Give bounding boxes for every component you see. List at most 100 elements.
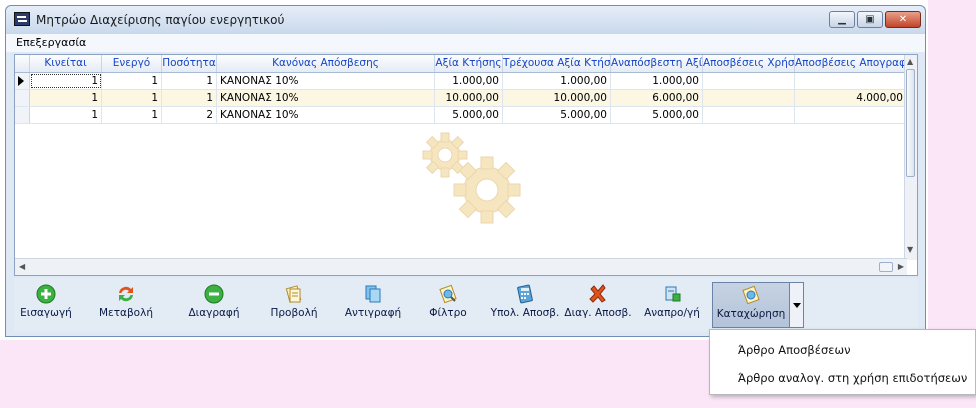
- cell-moving[interactable]: 1: [30, 73, 102, 89]
- app-icon: [14, 12, 30, 26]
- horizontal-scrollbar[interactable]: ◀ ▶: [15, 258, 907, 275]
- cell-undepreciated-value[interactable]: 6.000,00: [611, 90, 703, 106]
- view-button[interactable]: Προβολή: [264, 282, 324, 328]
- cell-depreciation-rule[interactable]: ΚΑΝΟΝΑΣ 10%: [217, 73, 435, 89]
- column-header[interactable]: Κινείται: [30, 55, 102, 72]
- scroll-left-icon[interactable]: ◀: [19, 262, 25, 271]
- scroll-right-icon[interactable]: ▶: [898, 262, 904, 271]
- filter-label: Φίλτρο: [429, 307, 467, 319]
- copy-button[interactable]: Αντιγραφή: [342, 282, 404, 328]
- row-selector[interactable]: [15, 73, 30, 89]
- maximize-button[interactable]: ▣: [857, 11, 883, 28]
- table-row[interactable]: 1 1 1 ΚΑΝΟΝΑΣ 10% 1.000,00 1.000,00 1.00…: [15, 73, 907, 90]
- view-label: Προβολή: [270, 307, 318, 319]
- loading-gears-icon: [422, 132, 521, 224]
- table-row[interactable]: 1 1 2 ΚΑΝΟΝΑΣ 10% 5.000,00 5.000,00 5.00…: [15, 107, 907, 124]
- table-row[interactable]: 1 1 1 ΚΑΝΟΝΑΣ 10% 10.000,00 10.000,00 6.…: [15, 90, 907, 107]
- cell-active[interactable]: 1: [102, 90, 162, 106]
- calculate-depreciation-button[interactable]: Υπολ. Αποσβ.: [490, 282, 560, 328]
- filter-icon: [439, 284, 457, 304]
- grid-header: Κινείται Ενεργό Ποσότητα Κανόνας Απόσβεσ…: [15, 55, 907, 73]
- filter-button[interactable]: Φίλτρο: [420, 282, 476, 328]
- cell-quantity[interactable]: 1: [162, 73, 217, 89]
- cell-depreciation-rule[interactable]: ΚΑΝΟΝΑΣ 10%: [217, 107, 435, 123]
- cell-period-depreciation[interactable]: [703, 73, 795, 89]
- cell-moving[interactable]: 1: [30, 90, 102, 106]
- cell-period-depreciation[interactable]: [703, 90, 795, 106]
- insert-button[interactable]: Εισαγωγή: [16, 282, 76, 328]
- cell-active[interactable]: 1: [102, 107, 162, 123]
- delete-label: Διαγραφή: [188, 307, 240, 319]
- delete-depreciation-label: Διαγ. Αποσβ.: [564, 307, 632, 319]
- delete-button[interactable]: Διαγραφή: [184, 282, 244, 328]
- post-dropdown-menu: Άρθρο Αποσβέσεων Άρθρο αναλογ. στη χρήση…: [709, 329, 976, 395]
- copy-label: Αντιγραφή: [344, 307, 402, 319]
- post-label: Καταχώρηση: [716, 308, 786, 320]
- remove-icon: [204, 284, 224, 304]
- column-header[interactable]: Τρέχουσα Αξία Κτήσης: [503, 55, 611, 72]
- cell-current-acquisition-value[interactable]: 5.000,00: [503, 107, 611, 123]
- row-selector-header: [15, 55, 30, 72]
- calculator-icon: [517, 284, 533, 304]
- view-icon: [285, 285, 302, 303]
- column-header[interactable]: Αποσβέσεις Χρήσης: [703, 55, 795, 72]
- revaluation-icon: [665, 286, 681, 302]
- cell-quantity[interactable]: 1: [162, 90, 217, 106]
- cell-inventory-depreciation[interactable]: 4.000,00: [795, 90, 907, 106]
- column-header[interactable]: Αξία Κτήσης: [435, 55, 503, 72]
- background-right: [928, 0, 976, 340]
- cell-undepreciated-value[interactable]: 1.000,00: [611, 73, 703, 89]
- menu-edit[interactable]: Επεξεργασία: [16, 36, 86, 49]
- cell-inventory-depreciation[interactable]: [795, 107, 907, 123]
- post-button[interactable]: Καταχώρηση: [712, 282, 790, 328]
- cell-active[interactable]: 1: [102, 73, 162, 89]
- cell-current-acquisition-value[interactable]: 1.000,00: [503, 73, 611, 89]
- delete-depreciation-button[interactable]: Διαγ. Αποσβ.: [564, 282, 632, 328]
- revaluation-label: Αναπρο/γή: [644, 307, 700, 319]
- cell-depreciation-rule[interactable]: ΚΑΝΟΝΑΣ 10%: [217, 90, 435, 106]
- cell-moving[interactable]: 1: [30, 107, 102, 123]
- assets-grid: Κινείται Ενεργό Ποσότητα Κανόνας Απόσβεσ…: [14, 54, 918, 276]
- refresh-icon: [119, 286, 133, 302]
- cell-acquisition-value[interactable]: 10.000,00: [435, 90, 503, 106]
- cell-quantity[interactable]: 2: [162, 107, 217, 123]
- menu-item-depreciation-entry[interactable]: Άρθρο Αποσβέσεων: [738, 343, 851, 357]
- action-toolbar: Εισαγωγή Μεταβολή Διαγραφή Προβολή Αντιγ…: [14, 278, 918, 332]
- menu-item-subsidy-entry[interactable]: Άρθρο αναλογ. στη χρήση επιδοτήσεων: [738, 371, 967, 385]
- minimize-button[interactable]: ▁: [829, 11, 855, 28]
- post-dropdown-arrow[interactable]: [789, 282, 804, 328]
- cell-current-acquisition-value[interactable]: 10.000,00: [503, 90, 611, 106]
- cell-acquisition-value[interactable]: 1.000,00: [435, 73, 503, 89]
- delete-cross-icon: [589, 284, 606, 303]
- column-header[interactable]: Ποσότητα: [162, 55, 217, 72]
- column-header[interactable]: Ενεργό: [102, 55, 162, 72]
- column-header[interactable]: Αναπόσβεστη Αξία: [611, 55, 703, 72]
- title-bar: Μητρώο Διαχείρισης παγίου ενεργητικού ▁ …: [6, 6, 925, 34]
- asset-register-window: Μητρώο Διαχείρισης παγίου ενεργητικού ▁ …: [5, 5, 926, 337]
- revaluation-button[interactable]: Αναπρο/γή: [640, 282, 704, 328]
- window-title: Μητρώο Διαχείρισης παγίου ενεργητικού: [36, 13, 285, 27]
- column-header[interactable]: Κανόνας Απόσβεσης: [217, 55, 435, 72]
- menu-bar: Επεξεργασία: [6, 34, 925, 52]
- insert-label: Εισαγωγή: [20, 307, 72, 319]
- vertical-scroll-thumb[interactable]: [906, 69, 915, 177]
- vertical-scrollbar[interactable]: ▲ ▼: [904, 55, 917, 260]
- column-header[interactable]: Αποσβέσεις Απογραφής: [795, 55, 907, 72]
- cell-undepreciated-value[interactable]: 5.000,00: [611, 107, 703, 123]
- row-selector[interactable]: [15, 90, 30, 106]
- scroll-up-icon[interactable]: ▲: [907, 57, 913, 66]
- calculate-depreciation-label: Υπολ. Αποσβ.: [490, 307, 560, 319]
- current-row-arrow-icon: [18, 76, 24, 86]
- row-selector[interactable]: [15, 107, 30, 123]
- copy-icon: [365, 285, 381, 303]
- cell-inventory-depreciation[interactable]: [795, 73, 907, 89]
- post-icon: [742, 285, 760, 305]
- horizontal-scroll-thumb[interactable]: [879, 262, 893, 272]
- modify-button[interactable]: Μεταβολή: [96, 282, 156, 328]
- modify-label: Μεταβολή: [99, 307, 153, 319]
- add-icon: [36, 284, 56, 304]
- close-button[interactable]: ✕: [885, 11, 921, 28]
- cell-period-depreciation[interactable]: [703, 107, 795, 123]
- scroll-down-icon[interactable]: ▼: [907, 245, 913, 254]
- cell-acquisition-value[interactable]: 5.000,00: [435, 107, 503, 123]
